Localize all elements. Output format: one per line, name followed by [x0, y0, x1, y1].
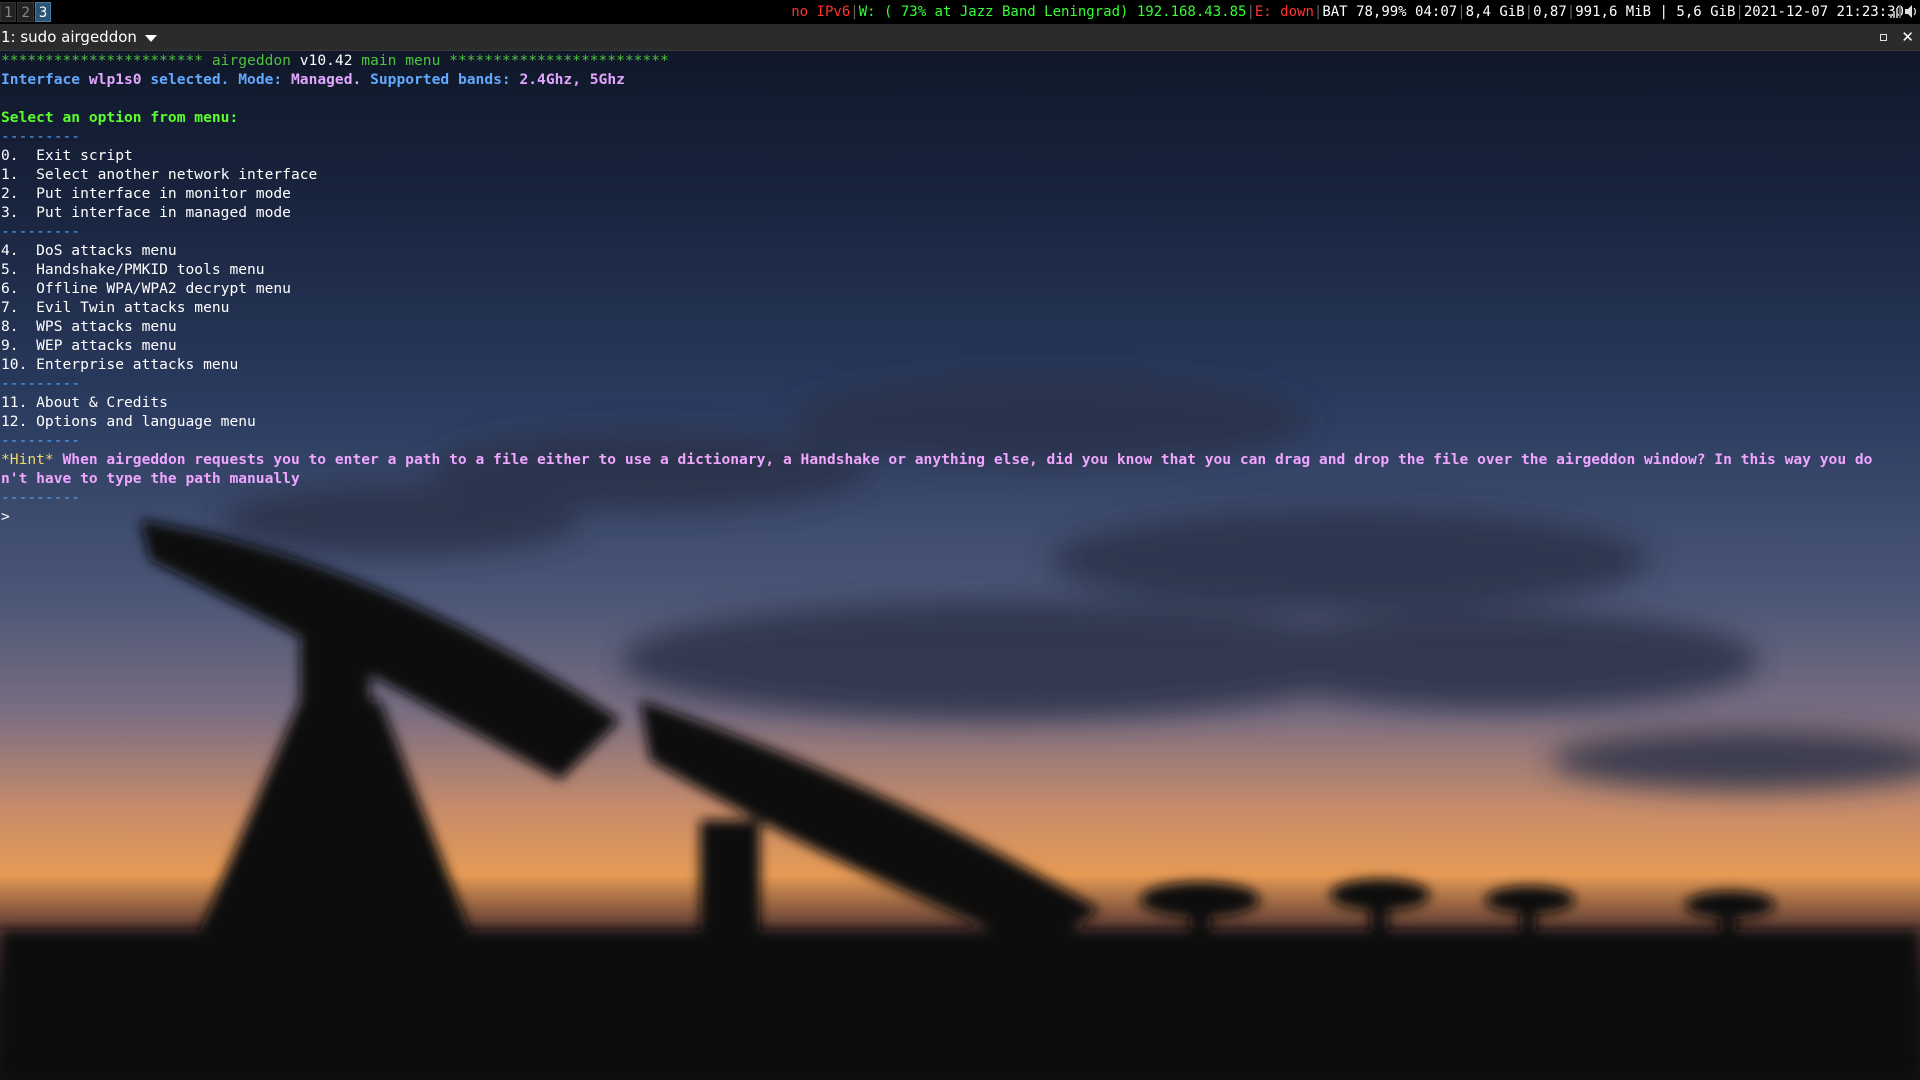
separator: --------- — [1, 128, 81, 145]
menu-item-3: 3. Put interface in managed mode — [1, 204, 291, 221]
header-stars-right: ************************* — [449, 52, 669, 69]
signal-icon[interactable] — [1890, 5, 1901, 19]
header-line: *********************** airgeddon v10.42… — [1, 51, 1911, 70]
workspace-button-1[interactable]: 1 — [0, 2, 17, 22]
select-prompt: Select an option from menu: — [1, 109, 239, 126]
interface-info-line: Interface wlp1s0 selected. Mode: Managed… — [1, 70, 1911, 89]
workspace-button-3[interactable]: 3 — [34, 2, 52, 22]
menu-item-7: 7. Evil Twin attacks menu — [1, 299, 230, 316]
menu-item-2: 2. Put interface in monitor mode — [1, 185, 291, 202]
bands-label: Supported bands: — [370, 71, 511, 88]
mode-value: Managed. — [291, 71, 362, 88]
memory-status: 991,6 MiB — [1575, 4, 1652, 20]
separator: --------- — [1, 432, 81, 449]
hint-line-2: n't have to type the path manually — [1, 470, 300, 487]
input-prompt: > — [1, 508, 10, 525]
terminal-cursor[interactable] — [10, 507, 19, 524]
terminal-output[interactable]: *********************** airgeddon v10.42… — [1, 51, 1911, 526]
ipv6-status: no IPv6 — [791, 4, 851, 20]
iface-selected: selected. — [150, 71, 230, 88]
wifi-status: W: ( 73% at Jazz Band Leningrad) 192.168… — [858, 4, 1247, 20]
hint-line-1: *Hint* When airgeddon requests you to en… — [1, 450, 1911, 469]
hint-text-1: When airgeddon requests you to enter a p… — [53, 451, 1873, 468]
memory-total-status: 5,6 GiB — [1676, 4, 1736, 20]
separator: --------- — [1, 489, 81, 506]
menu-item-12: 12. Options and language menu — [1, 413, 256, 430]
ethernet-status: E: down — [1254, 4, 1314, 20]
i3bar: 1 2 3 no IPv6|W: ( 73% at Jazz Band Leni… — [0, 0, 1920, 24]
window-title: 1: sudo airgeddon — [1, 28, 137, 46]
menu-item-0: 0. Exit script — [1, 147, 133, 164]
iface-prefix: Interface — [1, 71, 81, 88]
hint-tag: *Hint* — [1, 451, 54, 468]
menu-item-11: 11. About & Credits — [1, 394, 168, 411]
menu-item-6: 6. Offline WPA/WPA2 decrypt menu — [1, 280, 291, 297]
separator: --------- — [1, 223, 81, 240]
iface-name: wlp1s0 — [88, 71, 142, 88]
bands-value: 2.4Ghz, 5Ghz — [519, 71, 625, 88]
input-prompt-line[interactable]: > — [1, 507, 1911, 526]
window-controls: ✕ — [1880, 24, 1914, 51]
disk-status: 8,4 GiB — [1465, 4, 1525, 20]
battery-status: BAT 78,99% 04:07 — [1322, 4, 1458, 20]
window-tab[interactable]: 1: sudo airgeddon — [1, 24, 157, 51]
close-icon[interactable]: ✕ — [1901, 24, 1914, 51]
menu-item-5: 5. Handshake/PMKID tools menu — [1, 261, 265, 278]
menu-item-9: 9. WEP attacks menu — [1, 337, 177, 354]
header-stars-left: *********************** — [1, 52, 204, 69]
header-menu-name: main menu — [361, 52, 441, 69]
workspace-button-2[interactable]: 2 — [17, 2, 34, 22]
load-status: 0,87 — [1533, 4, 1567, 20]
header-version: v10.42 — [299, 52, 353, 69]
system-tray — [1890, 5, 1918, 19]
workspace-switcher: 1 2 3 — [0, 0, 52, 24]
header-app-name: airgeddon — [211, 52, 291, 69]
dropdown-icon[interactable] — [144, 34, 157, 42]
menu-item-4: 4. DoS attacks menu — [1, 242, 177, 259]
menu-item-8: 8. WPS attacks menu — [1, 318, 177, 335]
window-titlebar: 1: sudo airgeddon ✕ — [0, 24, 1920, 51]
menu-item-10: 10. Enterprise attacks menu — [1, 356, 239, 373]
datetime-status: 2021-12-07 21:23:30 — [1743, 4, 1904, 20]
separator: --------- — [1, 375, 81, 392]
mode-label: Mode: — [238, 71, 283, 88]
status-line: no IPv6|W: ( 73% at Jazz Band Leningrad)… — [791, 4, 1904, 20]
menu-item-1: 1. Select another network interface — [1, 166, 318, 183]
maximize-icon[interactable] — [1880, 34, 1888, 41]
volume-icon[interactable] — [1905, 5, 1918, 19]
